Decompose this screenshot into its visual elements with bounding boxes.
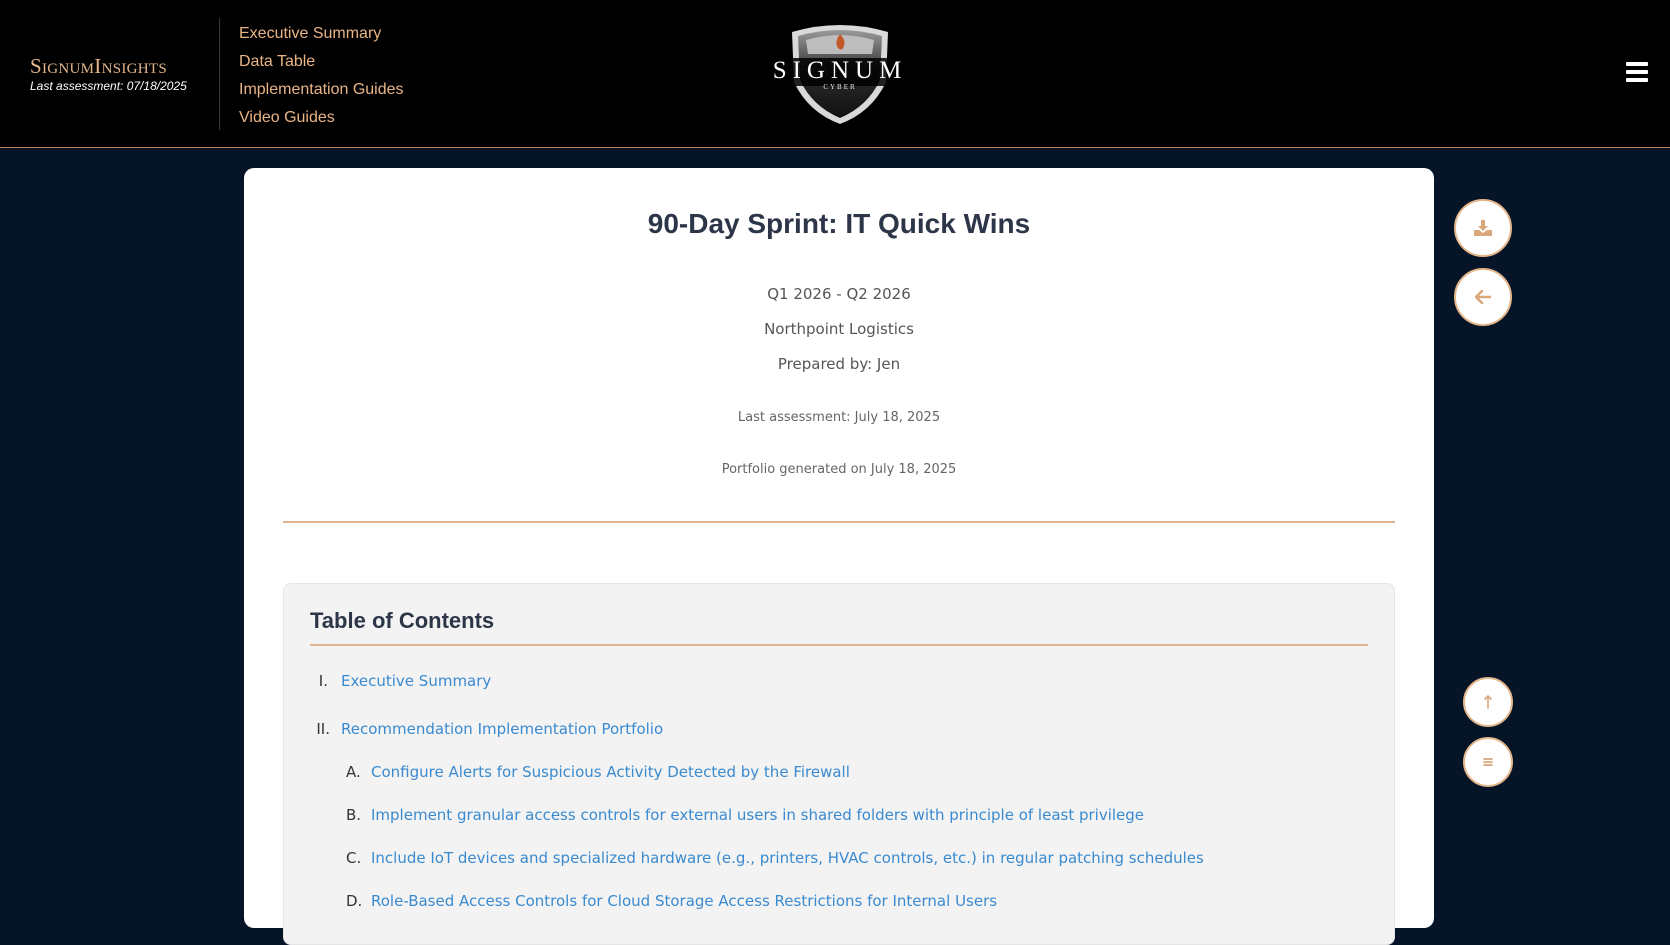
logo-text: SIGNUM	[772, 57, 908, 84]
signum-logo: SIGNUM CYBER	[762, 20, 918, 126]
toc-button[interactable]	[1463, 737, 1513, 787]
arrow-up-icon	[1484, 695, 1492, 709]
toc-link-recommendation-portfolio[interactable]: Recommendation Implementation Portfolio	[341, 720, 663, 738]
back-button[interactable]	[1454, 268, 1512, 326]
toc-link-iot-patching[interactable]: Include IoT devices and specialized hard…	[371, 849, 1204, 867]
logo-subtext: CYBER	[823, 83, 857, 91]
toc-subitem-letter: C.	[346, 849, 362, 867]
toc-item-number: I.	[318, 672, 328, 690]
report-card: 90-Day Sprint: IT Quick Wins Q1 2026 - Q…	[244, 168, 1434, 945]
nav-executive-summary[interactable]: Executive Summary	[239, 20, 404, 48]
toc-subitem-letter: D.	[346, 892, 363, 910]
arrow-left-icon	[1475, 290, 1491, 304]
prepared-by: Prepared by: Jen	[777, 355, 901, 373]
brand-name[interactable]: SignumInsights	[30, 54, 187, 78]
nav-data-table[interactable]: Data Table	[239, 48, 404, 76]
page-title: 90-Day Sprint: IT Quick Wins	[647, 208, 1031, 239]
company-name: Northpoint Logistics	[764, 320, 914, 338]
header-divider	[219, 18, 220, 130]
toc-divider	[310, 644, 1368, 646]
report-period: Q1 2026 - Q2 2026	[767, 285, 911, 303]
toc-link-external-access-controls[interactable]: Implement granular access controls for e…	[371, 806, 1144, 824]
toc-item-number: II.	[316, 720, 330, 738]
section-divider	[283, 521, 1395, 523]
toc-link-firewall-alerts[interactable]: Configure Alerts for Suspicious Activity…	[371, 763, 850, 781]
download-icon	[1474, 220, 1492, 236]
list-icon	[1483, 758, 1493, 766]
nav-video-guides[interactable]: Video Guides	[239, 104, 404, 132]
brand[interactable]: SignumInsights Last assessment: 07/18/20…	[30, 54, 187, 93]
header-last-assessment: Last assessment: 07/18/2025	[30, 79, 187, 93]
top-header: SignumInsights Last assessment: 07/18/20…	[0, 0, 1670, 148]
toc-link-cloud-rbac[interactable]: Role-Based Access Controls for Cloud Sto…	[371, 892, 997, 910]
toc-title: Table of Contents	[310, 608, 495, 633]
toc-link-executive-summary[interactable]: Executive Summary	[341, 672, 491, 690]
table-of-contents: Table of Contents I. Executive Summary I…	[283, 583, 1395, 945]
nav-implementation-guides[interactable]: Implementation Guides	[239, 76, 404, 104]
toc-subitem-letter: A.	[346, 763, 361, 781]
toc-subitem-letter: B.	[346, 806, 362, 824]
scroll-top-button[interactable]	[1463, 677, 1513, 727]
top-nav: Executive Summary Data Table Implementat…	[239, 20, 404, 132]
generated-date: Portfolio generated on July 18, 2025	[721, 462, 957, 477]
download-button[interactable]	[1454, 199, 1512, 257]
last-assessment-date: Last assessment: July 18, 2025	[737, 410, 941, 425]
hamburger-icon[interactable]	[1626, 62, 1648, 82]
